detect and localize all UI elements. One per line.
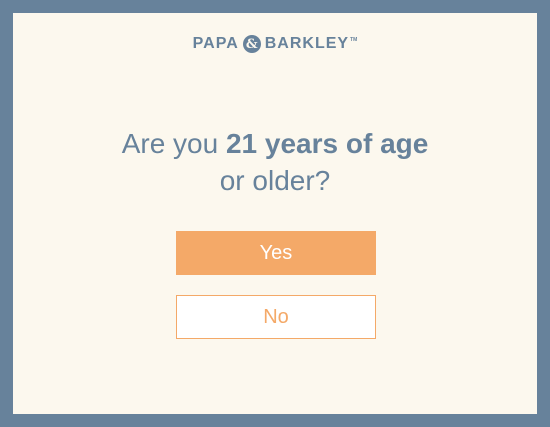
- age-question-line-2: or older?: [219, 165, 331, 196]
- age-question-line-1: Are you 21 years of age: [13, 125, 537, 162]
- trademark-mark: TM: [350, 37, 358, 43]
- brand-logo: PAPA & BARKLEY TM: [13, 35, 537, 53]
- age-question-prefix: Are you: [121, 128, 226, 159]
- ampersand-icon: &: [242, 35, 261, 53]
- age-question: Are you 21 years of age or older?: [13, 125, 537, 199]
- no-button[interactable]: No: [176, 295, 376, 339]
- yes-button[interactable]: Yes: [176, 231, 376, 275]
- age-question-emphasis: 21 years of age: [225, 128, 429, 159]
- yes-button-label: Yes: [259, 241, 293, 264]
- brand-name-left: PAPA: [192, 35, 239, 52]
- brand-name-right: BARKLEY: [264, 35, 350, 52]
- age-verification-modal: PAPA & BARKLEY TM Are you 21 years of ag…: [0, 0, 550, 427]
- no-button-label: No: [263, 305, 289, 328]
